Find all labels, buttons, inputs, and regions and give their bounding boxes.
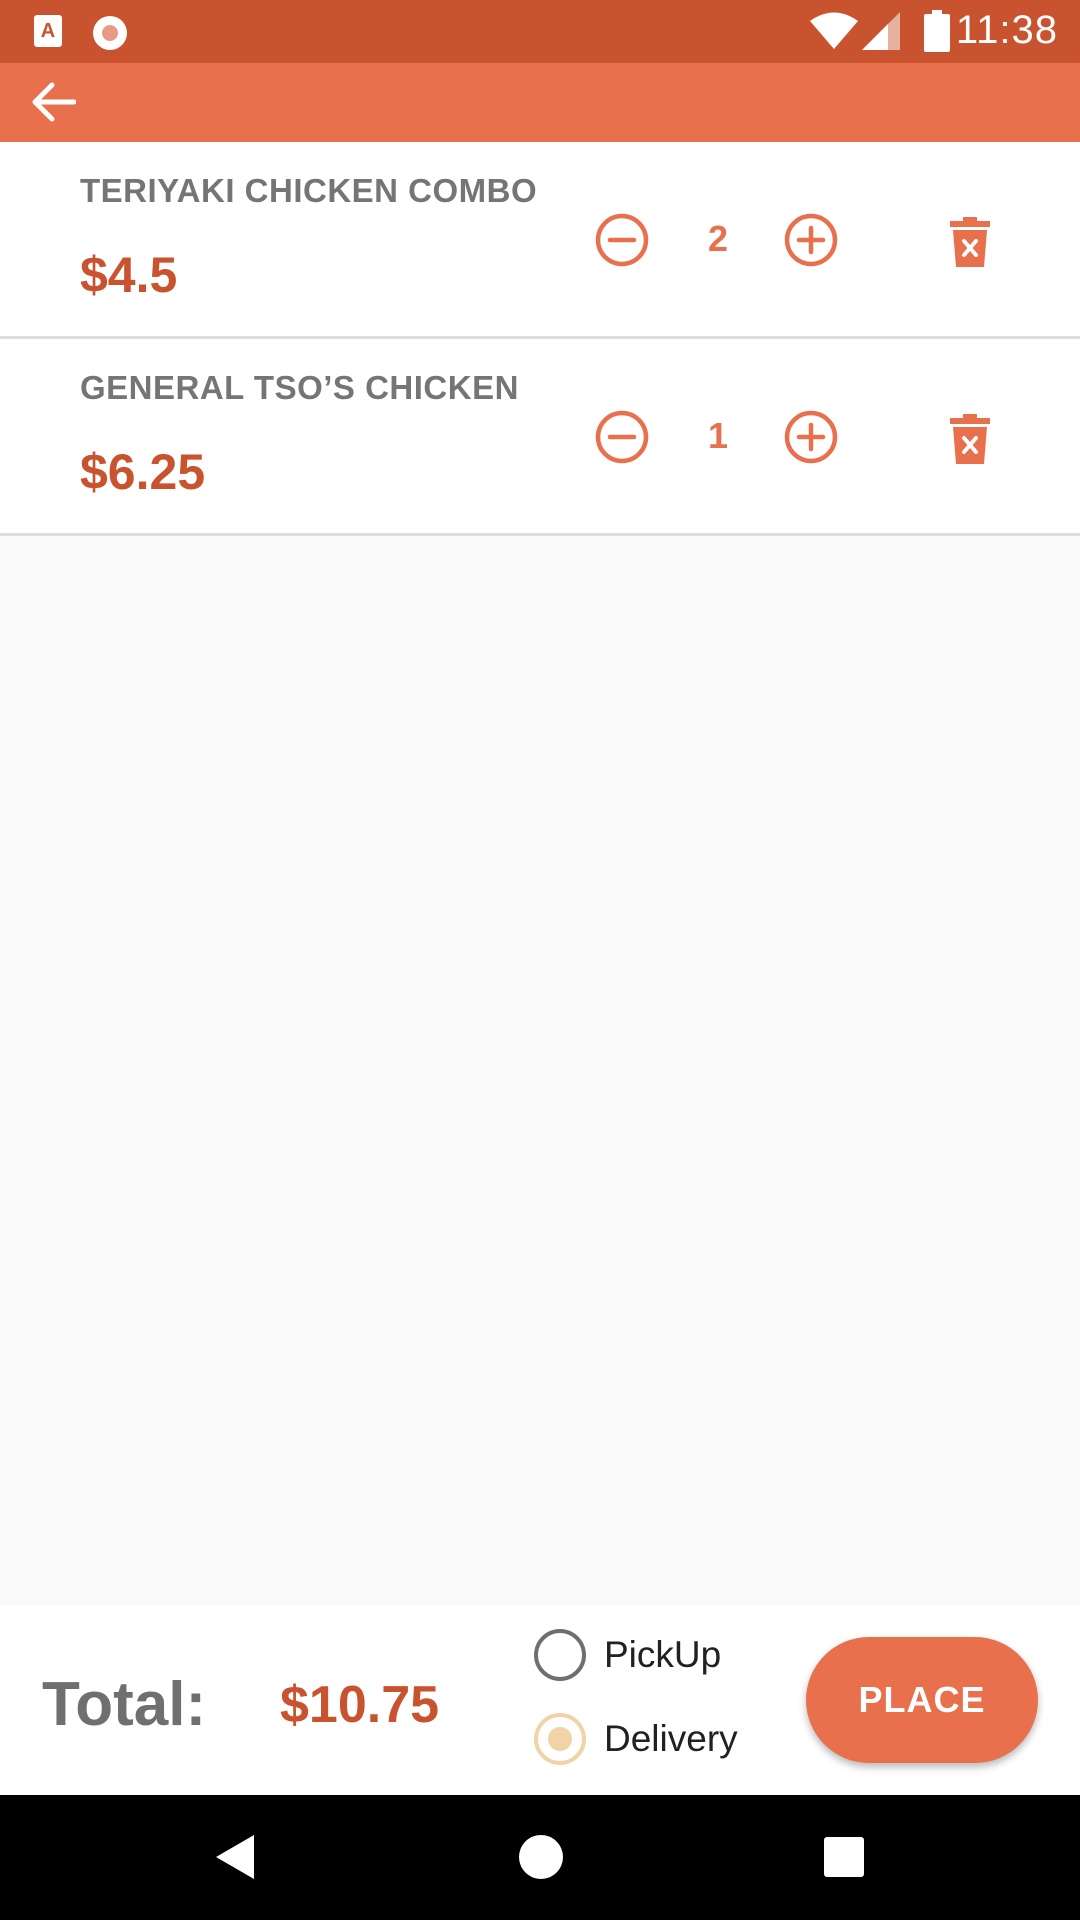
- nav-back-icon[interactable]: [214, 1833, 256, 1881]
- record-notification-icon: [93, 16, 127, 50]
- clock: 11:38: [955, 8, 1058, 52]
- cart-item: GENERAL TSO’S CHICKEN $6.25 1: [0, 339, 1080, 536]
- delete-item-button[interactable]: [950, 414, 990, 464]
- svg-text:A: A: [41, 20, 55, 42]
- pickup-label: PickUp: [604, 1634, 722, 1675]
- item-name: TERIYAKI CHICKEN COMBO: [80, 172, 538, 209]
- quantity-value: 2: [707, 218, 729, 259]
- app-notification-icon: A: [34, 15, 62, 47]
- system-nav-bar: [0, 1795, 1080, 1920]
- pickup-radio[interactable]: [534, 1629, 586, 1681]
- increase-quantity-button[interactable]: [783, 212, 839, 268]
- delivery-radio[interactable]: [534, 1713, 586, 1765]
- pickup-option[interactable]: PickUp: [534, 1627, 721, 1683]
- battery-icon: [924, 10, 950, 52]
- nav-recents-icon[interactable]: [824, 1837, 864, 1877]
- order-summary-bar: Total: $10.75 PickUp Delivery PLACE: [0, 1605, 1080, 1795]
- decrease-quantity-button[interactable]: [594, 212, 650, 268]
- cart-item: TERIYAKI CHICKEN COMBO $4.5 2: [0, 142, 1080, 339]
- place-order-button[interactable]: PLACE: [806, 1637, 1038, 1763]
- back-button[interactable]: [20, 69, 86, 135]
- app-bar: [0, 63, 1080, 142]
- quantity-value: 1: [707, 415, 729, 456]
- cart-list: TERIYAKI CHICKEN COMBO $4.5 2 GENERAL TS…: [0, 142, 1080, 536]
- total-value: $10.75: [280, 1676, 440, 1734]
- decrease-quantity-button[interactable]: [594, 409, 650, 465]
- delete-item-button[interactable]: [950, 217, 990, 267]
- arrow-left-icon: [32, 82, 76, 122]
- status-bar: A 11:38: [0, 0, 1080, 63]
- item-price: $6.25: [80, 444, 206, 500]
- delivery-option[interactable]: Delivery: [534, 1711, 738, 1767]
- wifi-icon: [810, 12, 858, 49]
- nav-home-icon[interactable]: [519, 1835, 563, 1879]
- item-price: $4.5: [80, 247, 178, 303]
- delivery-label: Delivery: [604, 1718, 738, 1759]
- item-name: GENERAL TSO’S CHICKEN: [80, 369, 519, 406]
- increase-quantity-button[interactable]: [783, 409, 839, 465]
- cellular-signal-icon: [862, 12, 900, 50]
- total-label: Total:: [42, 1670, 207, 1739]
